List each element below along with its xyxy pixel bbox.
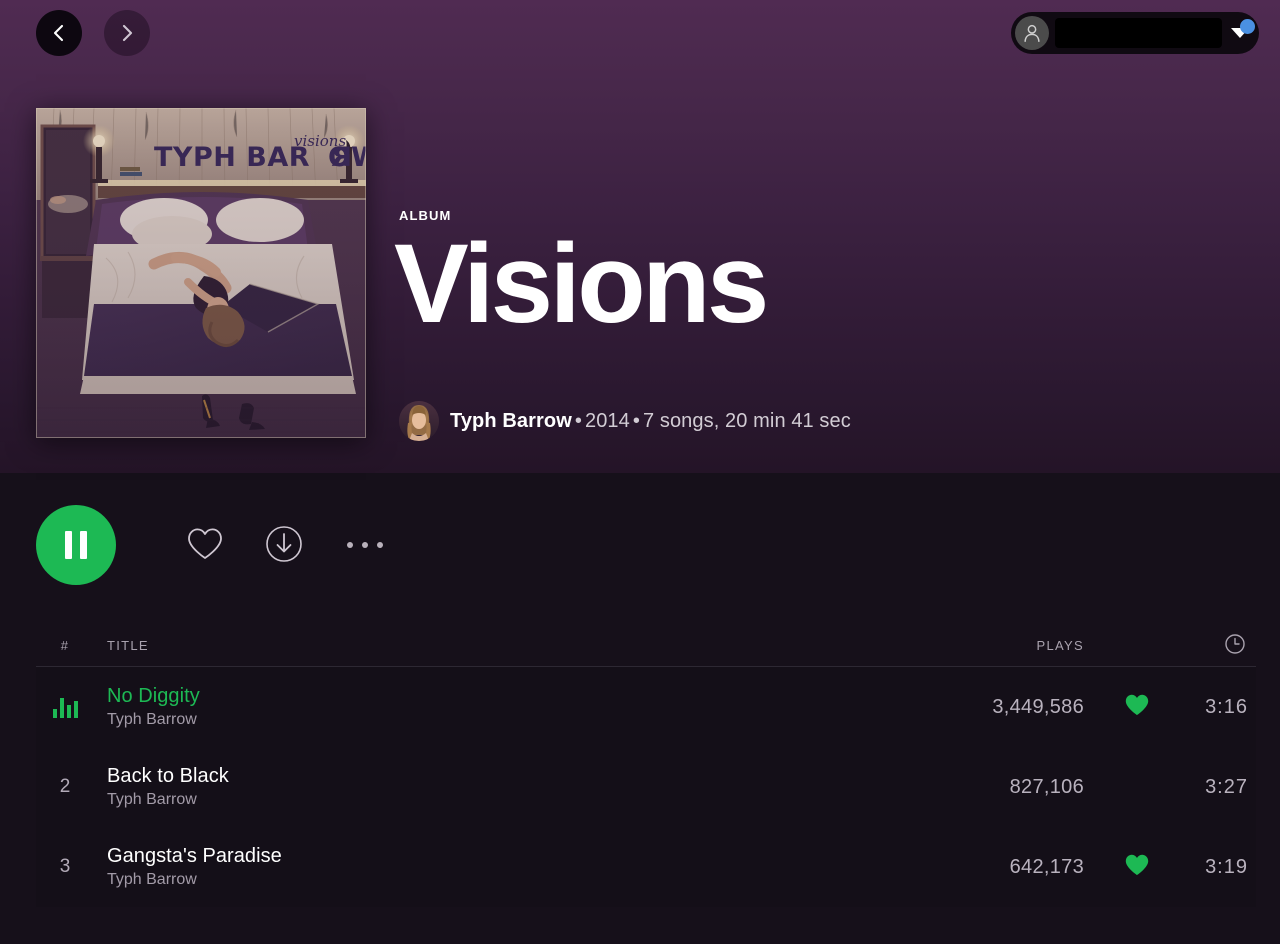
chevron-left-icon (48, 22, 70, 44)
top-bar (0, 0, 1280, 66)
track-title-cell-3: Gangsta's Paradise Typh Barrow (94, 844, 802, 891)
track-title-cell-1: No Diggity Typh Barrow (94, 684, 802, 731)
track-number-3: 3 (59, 856, 71, 877)
table-row[interactable]: No Diggity Typh Barrow 3,449,586 3:16 (36, 667, 1256, 747)
username-label (1055, 18, 1222, 48)
track-plays-2: 827,106 (1009, 775, 1084, 798)
table-row[interactable]: 3 Gangsta's Paradise Typh Barrow 642,173… (36, 827, 1256, 907)
album-meta-text: Typh Barrow • 2014 • 7 songs, 20 min 41 sec (450, 410, 851, 433)
heart-empty-slot (1124, 775, 1150, 799)
track-list-header: # TITLE PLAYS (36, 625, 1256, 667)
album-page: TYPH BAR R OW visions (0, 0, 1280, 944)
album-info: ALBUM Visions (394, 208, 1249, 339)
header-plays: PLAYS (1036, 638, 1084, 653)
download-button[interactable] (262, 523, 306, 567)
track-title-3[interactable]: Gangsta's Paradise (107, 844, 802, 868)
caret-down-icon[interactable] (1226, 19, 1255, 47)
album-year: 2014 (584, 409, 630, 432)
track-list: # TITLE PLAYS No Diggity Typh Barrow 3,4… (36, 625, 1256, 907)
artist-avatar[interactable] (399, 401, 439, 441)
more-options-icon (347, 542, 383, 548)
album-cover-image: TYPH BAR R OW visions (36, 108, 366, 438)
meta-separator-2: • (632, 409, 640, 432)
header-duration (1172, 633, 1256, 658)
track-like-1[interactable] (1102, 693, 1172, 722)
heart-filled-icon (1124, 693, 1150, 722)
track-like-2[interactable] (1102, 775, 1172, 799)
track-duration-3: 3:19 (1205, 855, 1248, 878)
person-icon (1015, 16, 1049, 50)
track-artist-1[interactable]: Typh Barrow (107, 709, 802, 731)
back-button[interactable] (36, 10, 82, 56)
track-title-1[interactable]: No Diggity (107, 684, 802, 708)
meta-separator-1: • (574, 409, 582, 432)
artist-avatar-image (399, 401, 439, 441)
pause-icon (65, 531, 87, 559)
clock-icon (1224, 633, 1246, 658)
equalizer-icon (52, 696, 78, 718)
table-row[interactable]: 2 Back to Black Typh Barrow 827,106 3:27 (36, 747, 1256, 827)
download-circle-icon (264, 524, 304, 567)
track-duration-1: 3:16 (1205, 695, 1248, 718)
track-duration-2: 3:27 (1205, 775, 1248, 798)
like-album-button[interactable] (183, 523, 227, 567)
track-like-3[interactable] (1102, 853, 1172, 882)
page-title: Visions (394, 221, 769, 346)
track-title-cell-2: Back to Black Typh Barrow (94, 764, 802, 811)
track-artist-2[interactable]: Typh Barrow (107, 789, 802, 811)
user-menu-button[interactable] (1011, 12, 1259, 54)
header-title: TITLE (107, 638, 149, 653)
track-title-2[interactable]: Back to Black (107, 764, 802, 788)
play-pause-button[interactable] (36, 505, 116, 585)
track-artist-3[interactable]: Typh Barrow (107, 869, 802, 891)
notification-dot (1240, 19, 1255, 34)
track-plays-3: 642,173 (1009, 855, 1084, 878)
album-metadata: Typh Barrow • 2014 • 7 songs, 20 min 41 sec (399, 400, 851, 442)
more-options-button[interactable] (343, 530, 387, 560)
forward-button[interactable] (104, 10, 150, 56)
track-plays-1: 3,449,586 (992, 695, 1084, 718)
action-bar (36, 505, 387, 585)
track-number-2: 2 (59, 776, 71, 797)
track-number-1 (36, 696, 94, 718)
heart-outline-icon (185, 526, 225, 565)
album-cover-art[interactable]: TYPH BAR R OW visions (36, 108, 366, 438)
artist-name-link[interactable]: Typh Barrow (450, 410, 572, 432)
heart-filled-icon (1124, 853, 1150, 882)
album-stats: 7 songs, 20 min 41 sec (642, 409, 851, 432)
chevron-right-icon (116, 22, 138, 44)
header-number: # (60, 638, 70, 653)
